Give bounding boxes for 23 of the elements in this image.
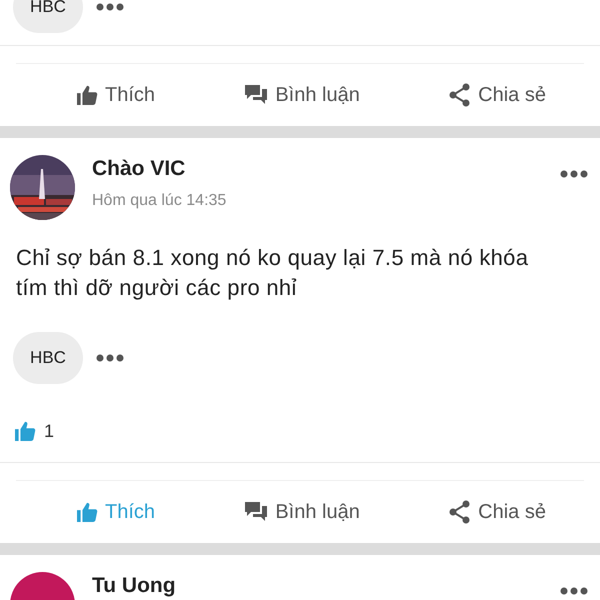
thumbs-up-icon <box>76 85 98 105</box>
like-button[interactable]: Thích <box>72 80 160 110</box>
comment-button[interactable]: Bình luận <box>240 80 364 110</box>
share-icon <box>449 83 472 107</box>
more-icon[interactable] <box>560 587 588 595</box>
tag-chip[interactable]: HBC <box>13 0 83 33</box>
thumbs-up-icon <box>14 421 36 441</box>
tag-chip[interactable]: HBC <box>13 332 83 384</box>
post-time: Hôm qua lúc 14:35 <box>92 192 228 210</box>
more-icon[interactable] <box>96 3 124 11</box>
more-icon[interactable] <box>96 354 124 362</box>
chat-bubbles-icon <box>244 84 268 106</box>
comment-button[interactable]: Bình luận <box>240 496 364 528</box>
share-button[interactable]: Chia sẻ <box>445 496 550 528</box>
author-name[interactable]: Tu Uong <box>92 574 543 598</box>
like-count: 1 <box>44 420 54 442</box>
author-name[interactable]: Chào VIC <box>92 157 543 181</box>
thumbs-up-icon <box>76 502 98 522</box>
more-icon[interactable] <box>560 170 588 178</box>
share-icon <box>449 500 472 524</box>
share-button[interactable]: Chia sẻ <box>445 79 550 111</box>
chat-bubbles-icon <box>244 501 268 523</box>
post-text: Chỉ sợ bán 8.1 xong nó ko quay lại 7.5 mà nó khóa tím thì dỡ người các pro nhỉ <box>16 244 530 302</box>
